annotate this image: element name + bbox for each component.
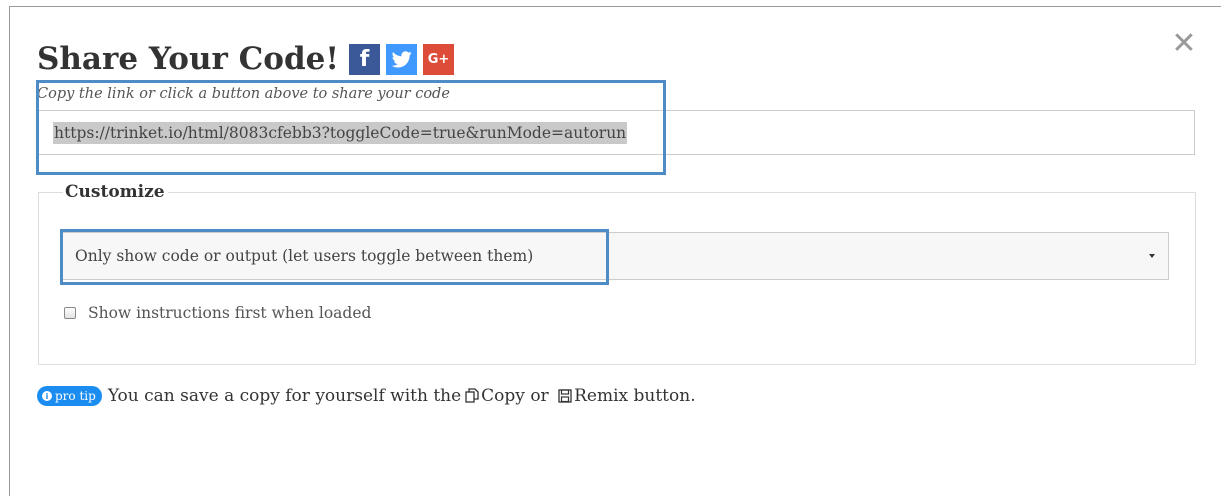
dialog-title: Share Your Code! <box>37 41 339 77</box>
close-icon[interactable]: ✕ <box>1170 29 1198 59</box>
share-hint: Copy the link or click a button above to… <box>37 86 450 102</box>
pro-tip-text: You can save a copy for yourself with th… <box>108 386 696 406</box>
save-icon <box>558 389 572 403</box>
twitter-icon[interactable] <box>386 43 417 75</box>
instructions-checkbox-label[interactable]: Show instructions first when loaded <box>88 304 371 322</box>
pro-tip-text-after: button. <box>633 386 696 406</box>
pro-tip-row: i pro tip You can save a copy for yourse… <box>37 383 696 409</box>
remix-label: Remix <box>574 386 629 406</box>
pro-tip-badge-label: pro tip <box>55 389 96 403</box>
instructions-checkbox[interactable] <box>64 307 76 319</box>
chevron-down-icon <box>1149 254 1155 258</box>
customize-legend: Customize <box>63 180 168 204</box>
pro-tip-or: or <box>530 386 549 406</box>
dialog-header: Share Your Code! f G+ <box>37 36 454 82</box>
pro-tip-badge: i pro tip <box>37 386 102 406</box>
copy-label: Copy <box>481 386 525 406</box>
display-mode-value: Only show code or output (let users togg… <box>75 247 534 265</box>
display-mode-select[interactable]: Only show code or output (let users togg… <box>62 232 1169 280</box>
share-link-text[interactable]: https://trinket.io/html/8083cfebb3?toggl… <box>53 121 628 144</box>
pro-tip-text-before: You can save a copy for yourself with th… <box>107 386 462 406</box>
info-icon: i <box>42 391 52 401</box>
copy-icon <box>465 388 479 403</box>
share-link-input[interactable]: https://trinket.io/html/8083cfebb3?toggl… <box>37 110 1195 155</box>
google-plus-icon[interactable]: G+ <box>423 43 454 75</box>
instructions-option: Show instructions first when loaded <box>64 302 371 324</box>
facebook-icon[interactable]: f <box>349 43 380 75</box>
